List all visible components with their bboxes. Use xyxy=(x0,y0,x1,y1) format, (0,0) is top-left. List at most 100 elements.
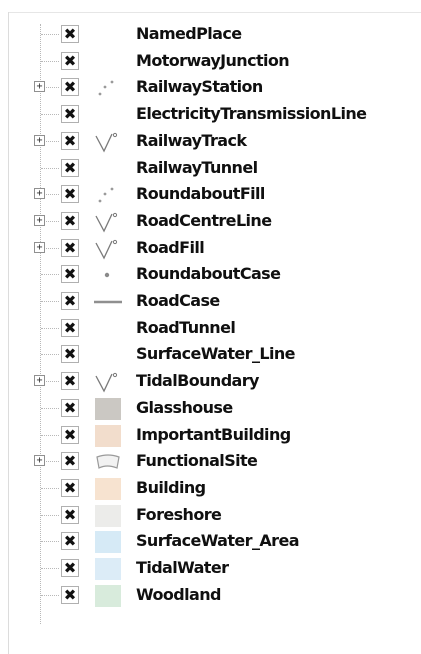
checkbox-mark-icon: ✖ xyxy=(63,585,77,604)
layer-visibility-checkbox[interactable]: ✖ xyxy=(61,238,79,257)
layer-row[interactable]: ✖ Foreshore xyxy=(0,503,421,529)
tree-branch-line xyxy=(41,60,59,62)
layer-row[interactable]: + ✖ RailwayTrack xyxy=(0,129,421,155)
layer-row[interactable]: ✖ Building xyxy=(0,476,421,502)
layer-row[interactable]: + ✖ RoadCentreLine xyxy=(0,209,421,235)
layer-visibility-checkbox[interactable]: ✖ xyxy=(61,372,79,391)
line-categories-icon xyxy=(93,371,123,393)
tree-branch-line xyxy=(41,434,59,436)
checkbox-mark-icon: ✖ xyxy=(63,559,77,577)
expand-toggle-icon[interactable]: + xyxy=(34,214,45,226)
layer-visibility-checkbox[interactable]: ✖ xyxy=(61,51,79,70)
checkbox-mark-icon: ✖ xyxy=(63,105,77,124)
checkbox-mark-icon: ✖ xyxy=(63,185,77,204)
line-categories-icon xyxy=(93,131,123,153)
fill-swatch-icon xyxy=(95,531,121,554)
layer-visibility-checkbox[interactable]: ✖ xyxy=(61,105,79,124)
layer-name-label[interactable]: RoundaboutCase xyxy=(136,263,281,285)
expand-toggle-icon[interactable]: + xyxy=(34,81,45,93)
layer-row[interactable]: ✖ Woodland xyxy=(0,583,421,609)
layer-name-label[interactable]: RoadTunnel xyxy=(136,317,236,339)
layer-row[interactable]: + ✖ FunctionalSite xyxy=(0,449,421,475)
tree-branch-line xyxy=(41,327,59,329)
expand-toggle-icon[interactable]: + xyxy=(34,455,45,467)
layer-name-label[interactable]: Glasshouse xyxy=(136,397,233,419)
checkbox-mark-icon: ✖ xyxy=(63,505,77,524)
layer-row[interactable]: + ✖ RailwayStation xyxy=(0,75,421,101)
layer-name-label[interactable]: RailwayTrack xyxy=(136,130,247,152)
expand-toggle-icon[interactable]: + xyxy=(34,188,45,200)
layer-row[interactable]: ✖ ImportantBuilding xyxy=(0,423,421,449)
layer-row[interactable]: ✖ RailwayTunnel xyxy=(0,156,421,182)
layer-name-label[interactable]: Foreshore xyxy=(136,504,222,526)
expand-toggle-icon[interactable]: + xyxy=(34,375,45,387)
fill-swatch-icon xyxy=(95,397,121,420)
layer-row[interactable]: ✖ RoadCase xyxy=(0,289,421,315)
checkbox-mark-icon: ✖ xyxy=(63,25,77,43)
layer-row[interactable]: ✖ SurfaceWater_Area xyxy=(0,529,421,555)
layer-visibility-checkbox[interactable]: ✖ xyxy=(61,265,79,284)
layer-visibility-checkbox[interactable]: ✖ xyxy=(61,78,79,97)
layer-visibility-checkbox[interactable]: ✖ xyxy=(61,345,79,364)
layer-visibility-checkbox[interactable]: ✖ xyxy=(61,452,79,471)
layer-visibility-checkbox[interactable]: ✖ xyxy=(61,478,79,497)
tree-branch-line xyxy=(41,114,59,116)
layer-name-label[interactable]: TidalBoundary xyxy=(136,370,259,392)
points-icon xyxy=(93,77,123,99)
layer-visibility-checkbox[interactable]: ✖ xyxy=(61,211,79,230)
layer-visibility-checkbox[interactable]: ✖ xyxy=(61,532,79,551)
tree-branch-line xyxy=(41,594,59,596)
layer-visibility-checkbox[interactable]: ✖ xyxy=(61,559,79,577)
layer-row[interactable]: ✖ NamedPlace xyxy=(0,22,421,48)
layer-visibility-checkbox[interactable]: ✖ xyxy=(61,25,79,43)
layer-row[interactable]: ✖ MotorwayJunction xyxy=(0,49,421,75)
layer-visibility-checkbox[interactable]: ✖ xyxy=(61,425,79,444)
layer-name-label[interactable]: Building xyxy=(136,477,206,499)
checkbox-mark-icon: ✖ xyxy=(63,292,77,310)
layer-name-label[interactable]: FunctionalSite xyxy=(136,450,258,472)
layer-row[interactable]: ✖ RoundaboutCase xyxy=(0,262,421,288)
layer-row[interactable]: ✖ RoadTunnel xyxy=(0,316,421,342)
checkbox-mark-icon: ✖ xyxy=(63,425,77,444)
expand-toggle-icon[interactable]: + xyxy=(34,241,45,253)
layer-name-label[interactable]: SurfaceWater_Area xyxy=(136,530,299,552)
tree-branch-line xyxy=(41,487,59,489)
layer-visibility-checkbox[interactable]: ✖ xyxy=(61,398,79,417)
layer-visibility-checkbox[interactable]: ✖ xyxy=(61,158,79,177)
layer-row[interactable]: ✖ ElectricityTransmissionLine xyxy=(0,102,421,128)
layer-name-label[interactable]: RoadCentreLine xyxy=(136,210,272,232)
tree-branch-line xyxy=(41,568,59,569)
layer-row[interactable]: + ✖ RoadFill xyxy=(0,236,421,262)
expand-toggle-icon[interactable]: + xyxy=(34,134,45,146)
layer-name-label[interactable]: MotorwayJunction xyxy=(136,50,290,72)
layer-name-label[interactable]: NamedPlace xyxy=(136,23,242,45)
layer-name-label[interactable]: SurfaceWater_Line xyxy=(136,343,295,365)
checkbox-mark-icon: ✖ xyxy=(63,238,77,257)
layer-name-label[interactable]: ImportantBuilding xyxy=(136,424,291,446)
layer-row[interactable]: + ✖ TidalBoundary xyxy=(0,369,421,395)
fill-swatch-icon xyxy=(95,424,121,447)
layer-name-label[interactable]: Woodland xyxy=(136,584,221,606)
layer-visibility-checkbox[interactable]: ✖ xyxy=(61,318,79,337)
layer-name-label[interactable]: TidalWater xyxy=(136,557,229,579)
layer-row[interactable]: ✖ SurfaceWater_Line xyxy=(0,342,421,368)
checkbox-mark-icon: ✖ xyxy=(63,78,77,97)
layer-row[interactable]: ✖ TidalWater xyxy=(0,556,421,582)
fill-swatch-icon xyxy=(95,584,121,607)
tree-branch-line xyxy=(41,301,59,302)
tree-branch-line xyxy=(41,407,59,409)
layer-name-label[interactable]: RoadFill xyxy=(136,237,205,259)
layer-row[interactable]: ✖ Glasshouse xyxy=(0,396,421,422)
checkbox-mark-icon: ✖ xyxy=(63,478,77,497)
layer-row[interactable]: + ✖ RoundaboutFill xyxy=(0,182,421,208)
layer-name-label[interactable]: ElectricityTransmissionLine xyxy=(136,103,367,125)
layer-visibility-checkbox[interactable]: ✖ xyxy=(61,292,79,310)
layer-name-label[interactable]: RoundaboutFill xyxy=(136,183,265,205)
layer-name-label[interactable]: RailwayTunnel xyxy=(136,157,258,179)
layer-visibility-checkbox[interactable]: ✖ xyxy=(61,131,79,150)
layer-visibility-checkbox[interactable]: ✖ xyxy=(61,505,79,524)
layer-visibility-checkbox[interactable]: ✖ xyxy=(61,585,79,604)
layer-name-label[interactable]: RoadCase xyxy=(136,290,220,312)
layer-visibility-checkbox[interactable]: ✖ xyxy=(61,185,79,204)
layer-name-label[interactable]: RailwayStation xyxy=(136,76,263,98)
